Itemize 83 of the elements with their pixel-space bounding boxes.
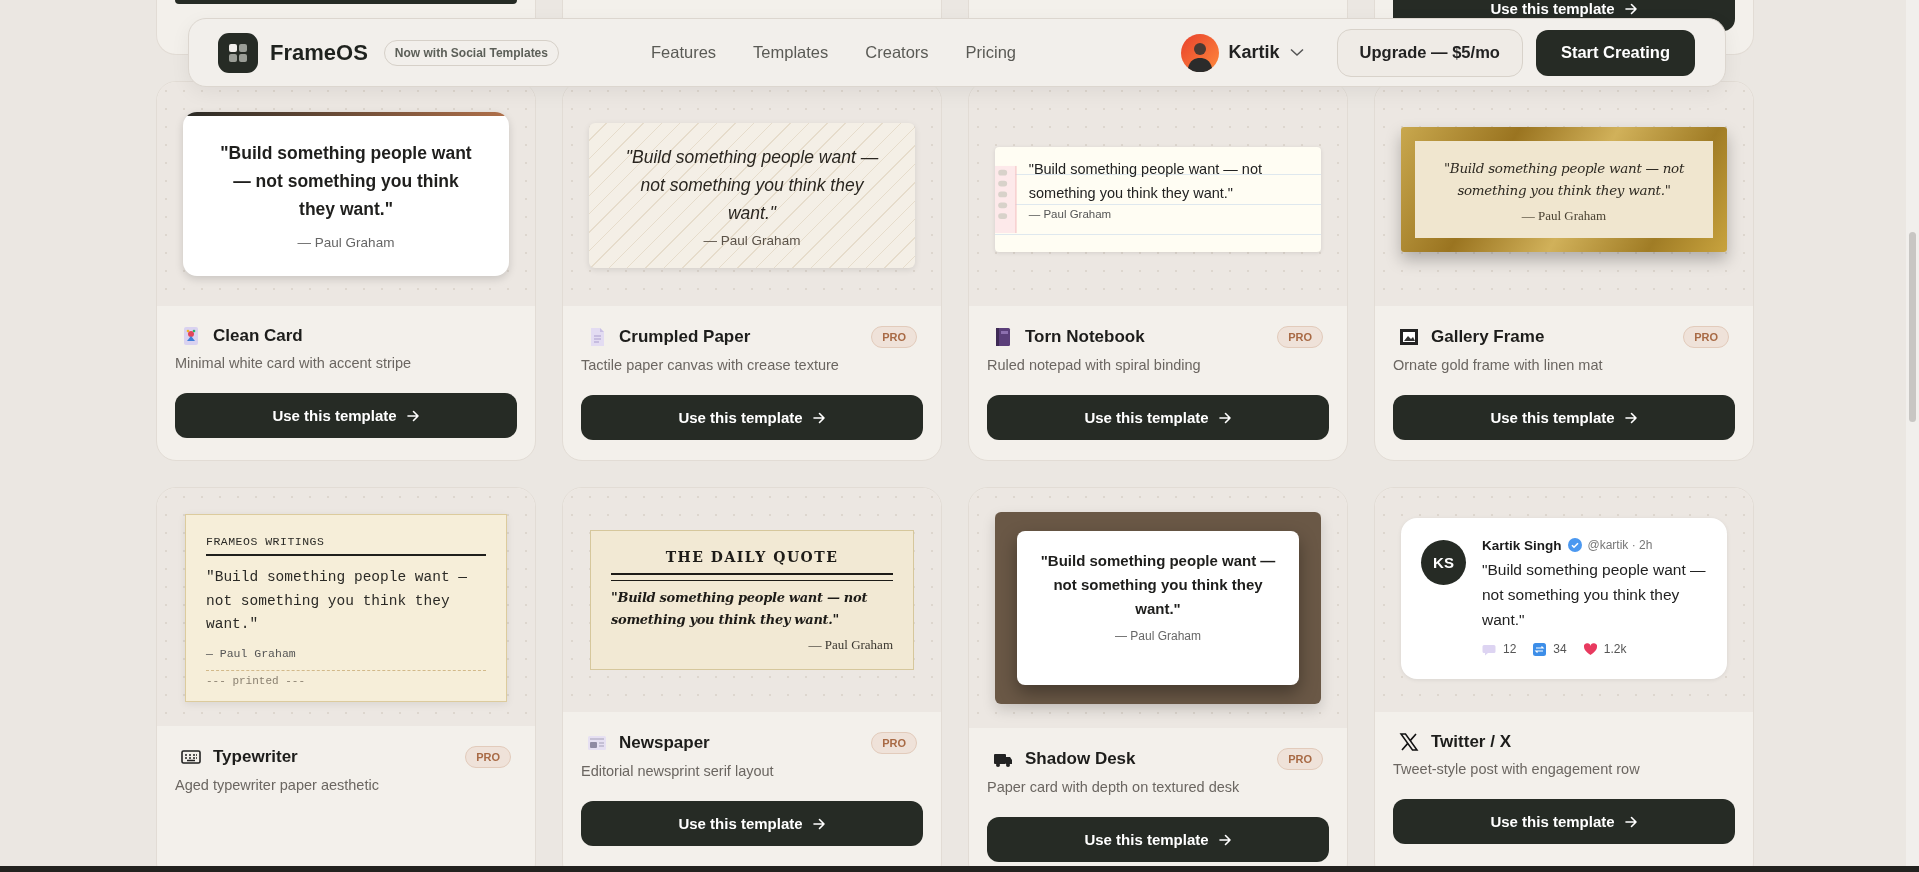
pro-badge: PRO bbox=[1277, 326, 1323, 348]
upgrade-button[interactable]: Upgrade — $5/mo bbox=[1336, 28, 1523, 77]
verified-badge-icon bbox=[1567, 538, 1582, 552]
grid-icon bbox=[229, 43, 247, 62]
quote-text: "Build something people want — not something you think they want." bbox=[611, 589, 869, 629]
template-name: Newspaper bbox=[619, 733, 710, 753]
scrollbar-thumb[interactable] bbox=[1909, 232, 1916, 422]
arrow-icon bbox=[812, 411, 826, 424]
pro-badge: PRO bbox=[1277, 748, 1323, 770]
avatar: KS bbox=[1421, 539, 1466, 585]
quote-text: "Build something people want — not something you think they want." bbox=[624, 145, 880, 225]
user-avatar[interactable] bbox=[1180, 33, 1219, 72]
use-template-button[interactable]: Use this template bbox=[987, 817, 1329, 862]
scrollbar[interactable] bbox=[1906, 0, 1919, 866]
quote-text: "Build something people want — not something you think they want." bbox=[1039, 551, 1277, 619]
pro-badge: PRO bbox=[465, 745, 511, 768]
nav-link[interactable]: Features bbox=[650, 43, 717, 62]
quote-author: — Paul Graham bbox=[1113, 628, 1202, 643]
template-name: Torn Notebook bbox=[1025, 327, 1145, 347]
template-name: Twitter / X bbox=[1431, 732, 1511, 752]
use-template-button[interactable]: Use this template bbox=[1393, 395, 1735, 440]
template-description: Tweet-style post with engagement row bbox=[1393, 761, 1641, 777]
newspaper-icon bbox=[587, 733, 607, 753]
quote-author: — Paul Graham bbox=[702, 231, 802, 248]
template-name: Crumpled Paper bbox=[619, 327, 751, 347]
quote-text: "Build something people want — not something you think they want." bbox=[219, 142, 473, 221]
arrow-icon bbox=[1218, 411, 1232, 424]
use-template-button[interactable]: Use this template bbox=[581, 395, 923, 440]
quote-author: — Paul Graham bbox=[807, 636, 893, 653]
template-description: Paper card with depth on textured desk bbox=[987, 779, 1241, 795]
nav-link[interactable]: Pricing bbox=[965, 43, 1016, 62]
quote-author: — Paul Graham bbox=[296, 234, 396, 252]
template-description: Ornate gold frame with linen mat bbox=[1393, 357, 1604, 373]
arrow-icon bbox=[812, 817, 826, 830]
arrow-icon bbox=[1624, 411, 1638, 424]
brand-name[interactable]: FrameOS bbox=[270, 39, 368, 66]
engagement-count: 34 bbox=[1553, 642, 1567, 656]
pro-badge: PRO bbox=[1683, 326, 1729, 348]
pro-badge: PRO bbox=[871, 326, 917, 348]
arrow-icon bbox=[1218, 833, 1232, 846]
template-name: Clean Card bbox=[213, 326, 303, 346]
picture-frame-icon bbox=[1399, 327, 1419, 347]
use-template-button[interactable]: Use this template bbox=[987, 395, 1329, 440]
paper-footer: --- printed --- bbox=[206, 670, 486, 687]
template-description: Minimal white card with accent stripe bbox=[175, 355, 413, 371]
template-description: Aged typewriter paper aesthetic bbox=[175, 776, 380, 793]
template-name: Typewriter bbox=[213, 746, 298, 767]
heart-icon bbox=[1582, 641, 1598, 657]
x-logo-icon bbox=[1399, 732, 1419, 752]
use-template-button[interactable]: Use this template bbox=[581, 801, 923, 846]
author-name: Kartik Singh bbox=[1482, 537, 1562, 553]
quote-author: — Paul Graham bbox=[206, 645, 297, 662]
template-description: Editorial newsprint serif layout bbox=[581, 763, 775, 779]
repost-icon bbox=[1532, 641, 1548, 657]
playing-card-icon bbox=[181, 326, 201, 346]
quote-author: — Paul Graham bbox=[1028, 206, 1113, 220]
engagement-count: 12 bbox=[1503, 642, 1517, 656]
chevron-down-icon bbox=[1289, 48, 1304, 57]
nav-link[interactable]: Creators bbox=[865, 43, 929, 62]
masthead: THE DAILY QUOTE bbox=[611, 549, 893, 575]
start-creating-button[interactable]: Start Creating bbox=[1535, 29, 1695, 76]
engagement-count: 1.2k bbox=[1603, 642, 1627, 656]
template-description: Tactile paper canvas with crease texture bbox=[581, 357, 840, 373]
quote-text: "Build something people want — not something you think they want." bbox=[206, 568, 469, 634]
arrow-icon bbox=[1624, 2, 1638, 15]
paper-heading: FRAMEOS WRITINGS bbox=[206, 535, 486, 556]
use-template-button[interactable]: Use this template bbox=[175, 393, 517, 438]
logo-icon[interactable] bbox=[218, 32, 258, 73]
pro-badge: PRO bbox=[871, 732, 917, 754]
arrow-icon bbox=[406, 409, 420, 422]
quote-text: "Build something people want — not something you think they want." bbox=[1442, 158, 1686, 200]
post-handle: @kartik · 2h bbox=[1587, 538, 1653, 552]
template-name: Gallery Frame bbox=[1431, 327, 1545, 347]
nav-link[interactable]: Templates bbox=[753, 43, 829, 62]
quote-text: "Build something people want — not something you think they want." bbox=[1028, 159, 1263, 203]
quote-text: "Build something people want — not something you think they want." bbox=[1482, 559, 1707, 630]
use-template-button[interactable]: Use this template bbox=[1393, 799, 1735, 844]
arrow-icon bbox=[1624, 815, 1638, 828]
template-name: Shadow Desk bbox=[1025, 749, 1136, 769]
template-description: Ruled notepad with spiral binding bbox=[987, 357, 1202, 373]
quote-author: — Paul Graham bbox=[1520, 206, 1608, 224]
user-name[interactable]: Kartik bbox=[1228, 42, 1280, 63]
notebook-icon bbox=[993, 327, 1013, 347]
